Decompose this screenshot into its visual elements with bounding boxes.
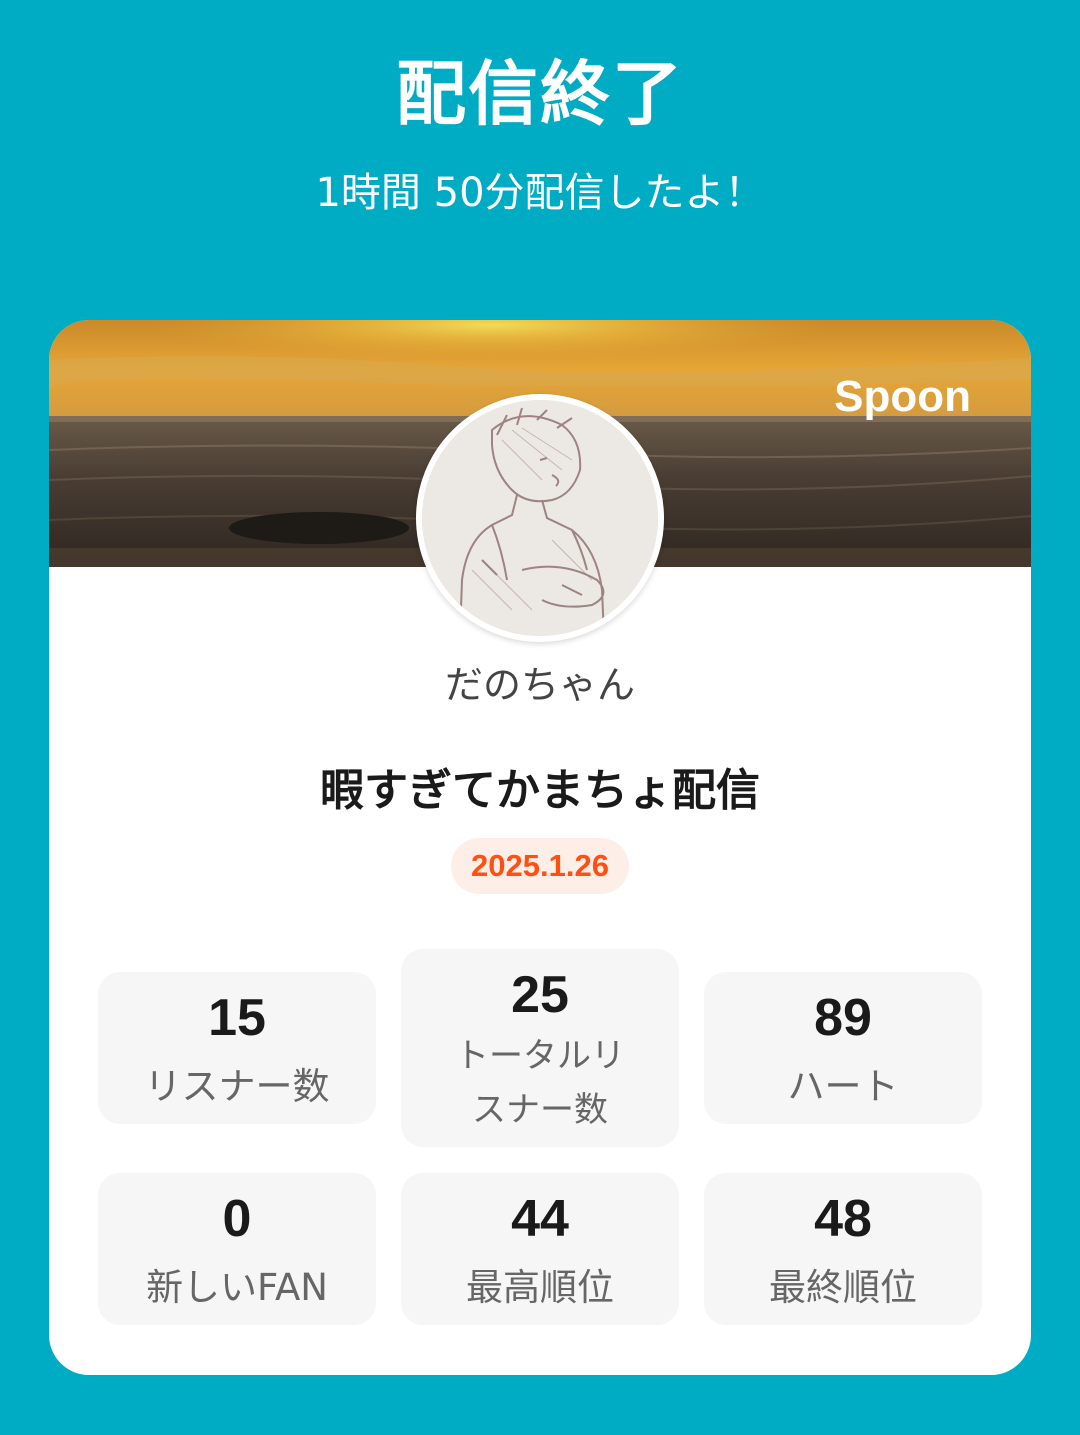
page-title: 配信終了 <box>396 53 684 135</box>
stat-total-listeners: 25 トータルリスナー数 <box>401 949 679 1147</box>
stat-label: 最終順位 <box>769 1266 917 1309</box>
stat-highest-rank: 44 最高順位 <box>401 1173 679 1325</box>
stat-value: 89 <box>814 989 872 1047</box>
date-row: 2025.1.26 <box>49 838 1031 894</box>
stat-final-rank: 48 最終順位 <box>704 1173 982 1325</box>
stat-label: ハート <box>787 1065 899 1108</box>
broadcast-summary-card: Spoon だのちゃん 暇すぎてかまちょ配信 2025.1.26 15 リスナー… <box>49 320 1031 1375</box>
spoon-logo: Spoon <box>834 372 971 421</box>
stat-value: 15 <box>208 989 266 1047</box>
stat-hearts: 89 ハート <box>704 972 982 1124</box>
stream-title: 暇すぎてかまちょ配信 <box>320 765 760 816</box>
stat-value: 48 <box>814 1190 872 1248</box>
stat-value: 44 <box>511 1190 569 1248</box>
stat-label: 新しいFAN <box>146 1266 328 1309</box>
stat-label: 最高順位 <box>466 1266 614 1309</box>
duration-subtitle: 1時間 50分配信したよ！ <box>315 170 765 216</box>
stat-value: 25 <box>511 966 569 1024</box>
stat-listeners: 15 リスナー数 <box>98 972 376 1124</box>
avatar[interactable] <box>416 394 664 642</box>
stat-new-fans: 0 新しいFAN <box>98 1173 376 1325</box>
avatar-sketch-image <box>422 400 658 636</box>
stat-label: リスナー数 <box>144 1065 330 1108</box>
host-name: だのちゃん <box>444 663 635 707</box>
stat-value: 0 <box>222 1190 252 1248</box>
stat-label: トータルリスナー数 <box>455 1036 625 1130</box>
date-badge: 2025.1.26 <box>451 838 629 894</box>
